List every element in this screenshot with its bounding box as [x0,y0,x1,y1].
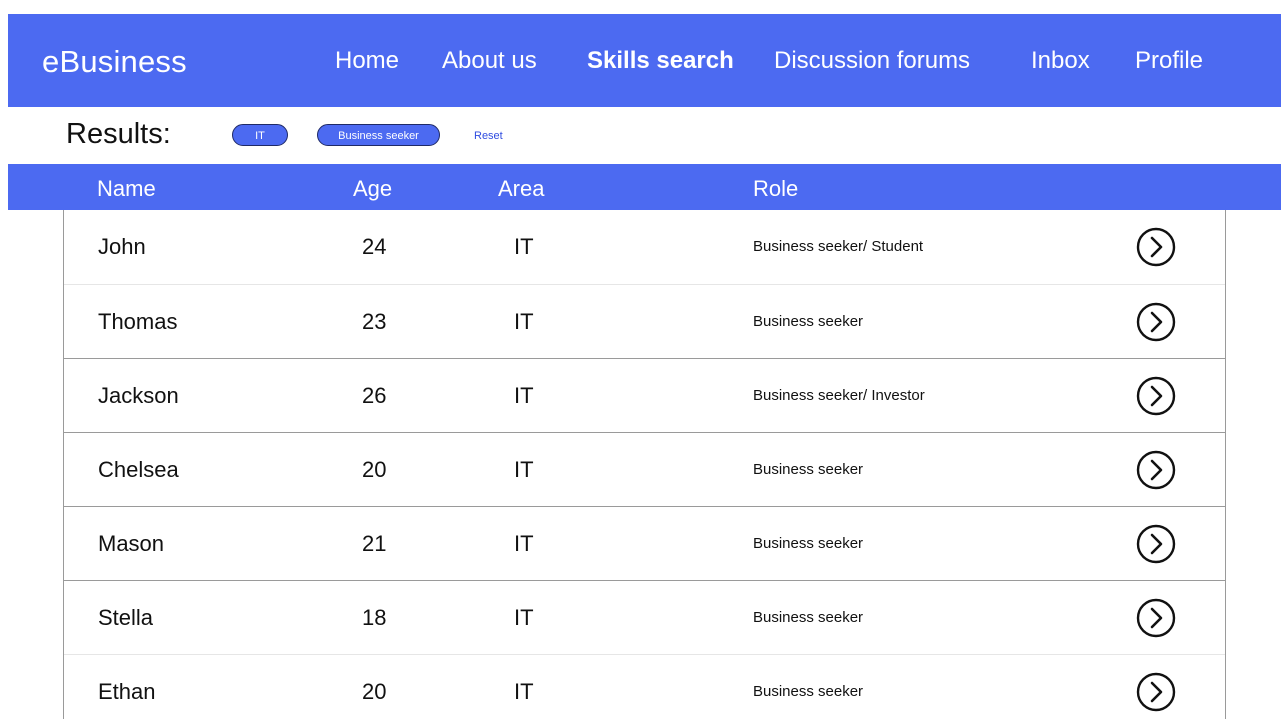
cell-age: 18 [362,605,387,630]
cell-role: Business seeker [753,683,864,700]
cell-name: John [98,234,146,259]
chevron-right-circle-icon[interactable] [1136,450,1176,490]
cell-area: IT [514,234,534,259]
results-table: John 24 IT Business seeker/ Student Thom… [63,210,1226,719]
cell-area: IT [514,679,534,704]
chevron-right-circle-icon[interactable] [1136,227,1176,267]
nav-item-discussion-forums[interactable]: Discussion forums [774,47,970,75]
cell-name: Ethan [98,679,156,704]
chevron-right-circle-icon[interactable] [1136,672,1176,712]
table-row[interactable]: Mason 21 IT Business seeker [64,506,1225,580]
column-header-age[interactable]: Age [353,176,392,202]
table-row[interactable]: Jackson 26 IT Business seeker/ Investor [64,358,1225,432]
cell-area: IT [514,605,534,630]
table-header: Name Age Area Role [8,164,1281,210]
filter-chip-it[interactable]: IT [232,124,288,146]
chevron-right-circle-icon[interactable] [1136,302,1176,342]
top-navigation-bar: eBusiness Home About us Skills search Di… [8,14,1281,107]
results-label: Results: [66,118,171,150]
skills-search-page: eBusiness Home About us Skills search Di… [0,0,1281,719]
cell-name: Thomas [98,309,178,334]
cell-area: IT [514,531,534,556]
cell-role: Business seeker [753,313,864,330]
chevron-right-circle-icon[interactable] [1136,376,1176,416]
cell-age: 21 [362,531,387,556]
table-row[interactable]: Ethan 20 IT Business seeker [64,654,1225,719]
cell-area: IT [514,383,534,408]
cell-name: Stella [98,605,154,630]
cell-age: 23 [362,309,387,334]
table-row[interactable]: Stella 18 IT Business seeker [64,580,1225,654]
cell-role: Business seeker [753,609,864,626]
cell-name: Mason [98,531,165,556]
nav-item-home[interactable]: Home [335,47,399,75]
cell-area: IT [514,457,534,482]
cell-role: Business seeker/ Investor [753,387,925,404]
column-header-name[interactable]: Name [97,176,156,202]
reset-filters-link[interactable]: Reset [474,130,503,142]
cell-age: 20 [362,679,387,704]
nav-item-skills-search[interactable]: Skills search [587,47,734,75]
cell-role: Business seeker/ Student [753,238,924,255]
cell-role: Business seeker [753,461,864,478]
cell-age: 26 [362,383,387,408]
cell-name: Jackson [98,383,179,408]
chevron-right-circle-icon[interactable] [1136,598,1176,638]
table-row[interactable]: John 24 IT Business seeker/ Student [64,210,1225,284]
nav-item-about-us[interactable]: About us [442,47,537,75]
brand-logo[interactable]: eBusiness [42,44,187,80]
cell-age: 24 [362,234,387,259]
chevron-right-circle-icon[interactable] [1136,524,1176,564]
cell-age: 20 [362,457,387,482]
table-row[interactable]: Chelsea 20 IT Business seeker [64,432,1225,506]
cell-area: IT [514,309,534,334]
cell-name: Chelsea [98,457,179,482]
filter-chip-business-seeker[interactable]: Business seeker [317,124,440,146]
table-row[interactable]: Thomas 23 IT Business seeker [64,284,1225,358]
nav-item-profile[interactable]: Profile [1135,47,1203,75]
column-header-role[interactable]: Role [753,176,798,202]
nav-item-inbox[interactable]: Inbox [1031,47,1090,75]
cell-role: Business seeker [753,535,864,552]
column-header-area[interactable]: Area [498,176,544,202]
